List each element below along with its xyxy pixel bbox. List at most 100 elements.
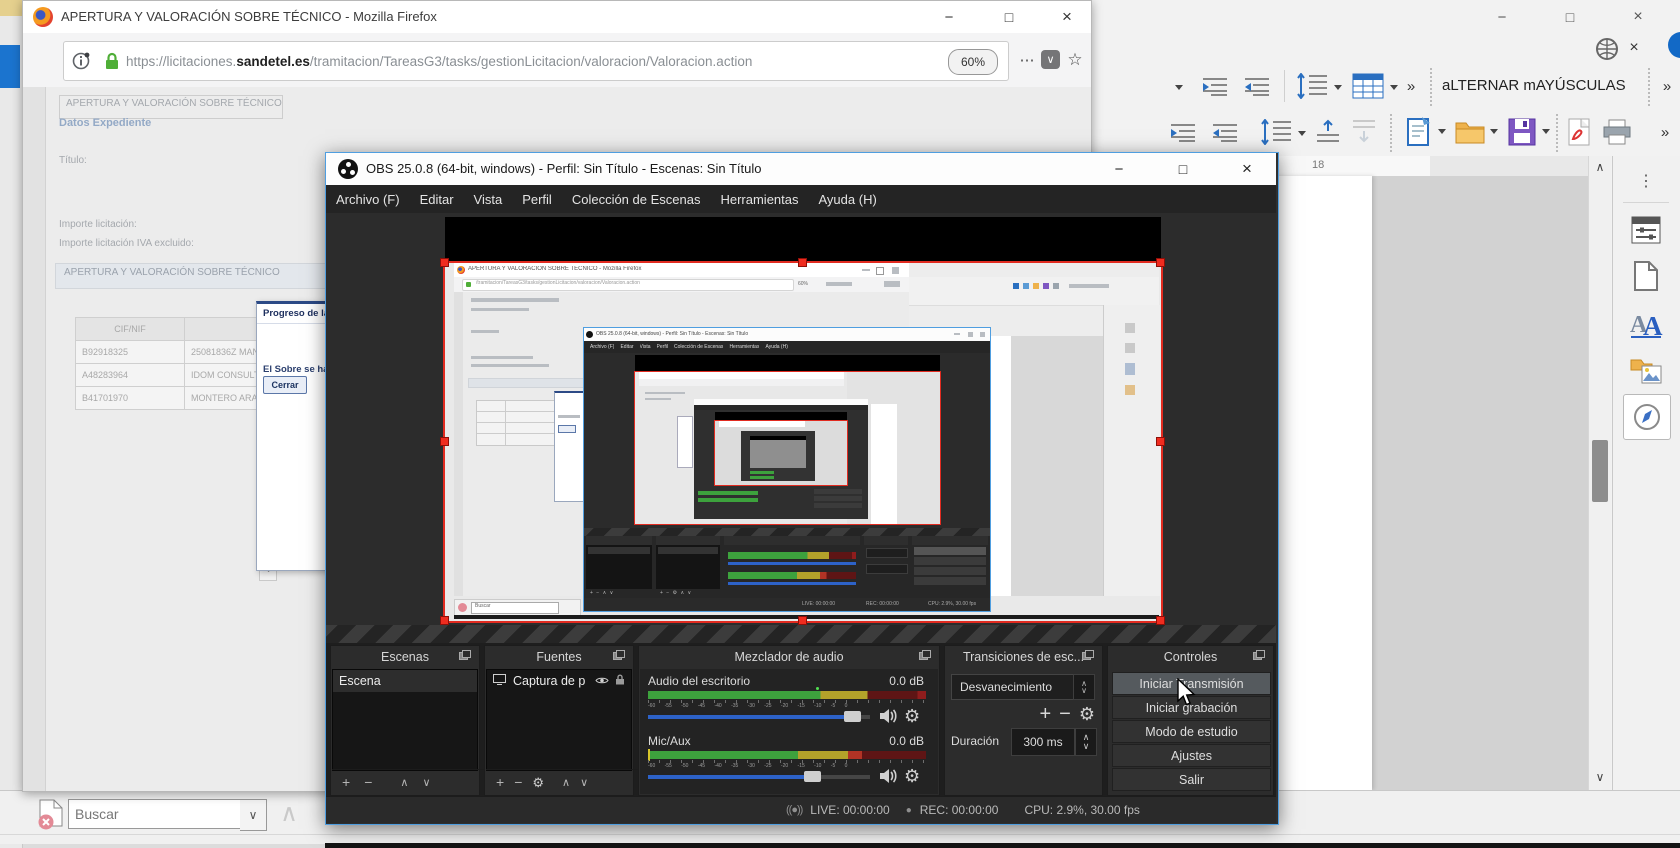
add-source-icon[interactable]: + <box>496 774 504 790</box>
pocket-icon[interactable]: ∨ <box>1041 50 1060 69</box>
sidebar-page-icon[interactable] <box>1629 256 1663 296</box>
capture-handle[interactable] <box>1156 258 1165 267</box>
decrease-indent-icon[interactable] <box>1240 72 1274 100</box>
spin-down-icon[interactable]: ∨ <box>1083 742 1090 751</box>
capture-source[interactable]: APERTURA Y VALORACIÓN SOBRE TÉCNICO - Mo… <box>445 263 1161 621</box>
find-input[interactable] <box>68 799 254 829</box>
duration-spinbox[interactable]: 300 ms <box>1011 728 1075 756</box>
capture-handle[interactable] <box>440 616 449 625</box>
mixer-dock-header[interactable]: Mezclador de audio <box>639 646 939 668</box>
transition-select[interactable]: Desvanecimiento <box>951 674 1087 700</box>
studio-mode-button[interactable]: Modo de estudio <box>1112 720 1271 743</box>
close-find-bar-icon[interactable] <box>36 798 66 830</box>
menu-herramientas[interactable]: Herramientas <box>710 192 808 207</box>
firefox-close-button[interactable]: × <box>1053 5 1081 29</box>
dock-float-icon[interactable] <box>613 650 625 660</box>
document-scrollbar[interactable]: ∧ ∨ <box>1588 156 1611 790</box>
scrollbar-thumb[interactable] <box>1592 440 1608 502</box>
increase-row-spacing-icon[interactable] <box>1312 116 1344 148</box>
channel1-gear-icon[interactable]: ⚙ <box>904 707 920 725</box>
capture-handle[interactable] <box>440 258 449 267</box>
menu-coleccion[interactable]: Colección de Escenas <box>562 192 711 207</box>
firefox-maximize-button[interactable]: □ <box>995 5 1023 29</box>
scroll-down-icon[interactable]: ∨ <box>1591 768 1609 786</box>
scene-down-icon[interactable]: ∨ <box>422 776 430 789</box>
menu-ayuda[interactable]: Ayuda (H) <box>809 192 887 207</box>
controls-dock-header[interactable]: Controles <box>1108 646 1273 668</box>
scroll-up-icon[interactable]: ∧ <box>1591 158 1609 176</box>
libreoffice-close-button[interactable]: × <box>1626 6 1650 28</box>
transition-select-spinner[interactable]: ∧∨ <box>1073 674 1095 700</box>
source-up-icon[interactable]: ∧ <box>562 776 570 789</box>
sidebar-navigator-icon[interactable] <box>1623 394 1671 440</box>
libreoffice-maximize-button[interactable]: □ <box>1558 6 1582 28</box>
table-dropdown-icon[interactable] <box>1388 82 1400 92</box>
line-spacing-dropdown-icon[interactable] <box>1296 128 1308 138</box>
settings-button[interactable]: Ajustes <box>1112 744 1271 767</box>
scene-item[interactable]: Escena <box>333 670 477 692</box>
menu-archivo[interactable]: Archivo (F) <box>326 192 410 207</box>
find-dropdown-icon[interactable]: ∨ <box>240 799 267 831</box>
add-scene-icon[interactable]: + <box>342 774 350 790</box>
decrease-row-spacing-icon[interactable] <box>1348 116 1380 148</box>
source-item[interactable]: Captura de p <box>487 670 631 692</box>
channel1-volume-slider[interactable] <box>648 715 870 719</box>
obs-close-button[interactable]: × <box>1232 157 1262 181</box>
channel2-mute-speaker-icon[interactable] <box>878 767 898 790</box>
obs-preview[interactable]: APERTURA Y VALORACIÓN SOBRE TÉCNICO - Mo… <box>326 213 1276 625</box>
line-spacing-icon[interactable] <box>1292 70 1332 102</box>
scenes-dock-header[interactable]: Escenas <box>331 646 479 668</box>
dialog-close-button[interactable]: Cerrar <box>263 376 307 394</box>
export-pdf-icon[interactable] <box>1564 114 1596 150</box>
page-tab-label[interactable]: APERTURA Y VALORACIÓN SOBRE TÉCNICO <box>59 95 283 119</box>
dropdown-arrow-icon[interactable] <box>1172 82 1186 92</box>
sidebar-properties-icon[interactable] <box>1627 212 1665 248</box>
notification-close-icon[interactable]: × <box>1624 38 1644 58</box>
url-text[interactable]: https://licitaciones.sandetel.es/tramita… <box>126 54 752 69</box>
visibility-eye-icon[interactable] <box>595 674 609 688</box>
scenes-list[interactable]: Escena <box>332 669 478 771</box>
line-spacing-dropdown-icon[interactable] <box>1332 82 1344 92</box>
toolbar-overflow-icon[interactable]: » <box>1658 74 1676 98</box>
channel1-mute-speaker-icon[interactable] <box>878 707 898 730</box>
save-dropdown-icon[interactable] <box>1540 126 1552 136</box>
obs-minimize-button[interactable]: − <box>1104 157 1134 181</box>
menu-perfil[interactable]: Perfil <box>512 192 562 207</box>
dock-float-icon[interactable] <box>1253 650 1265 660</box>
capture-handle[interactable] <box>798 258 807 267</box>
capture-handle[interactable] <box>1156 437 1165 446</box>
new-document-dropdown-icon[interactable] <box>1436 126 1448 136</box>
print-icon[interactable] <box>1600 116 1634 148</box>
sources-dock-header[interactable]: Fuentes <box>485 646 633 668</box>
remove-source-icon[interactable]: − <box>514 774 522 790</box>
dock-float-icon[interactable] <box>1082 650 1094 660</box>
bookmark-star-icon[interactable]: ☆ <box>1063 46 1087 73</box>
lock-icon[interactable] <box>98 42 126 80</box>
capture-handle[interactable] <box>798 616 807 625</box>
sidebar-gallery-icon[interactable] <box>1627 352 1665 388</box>
save-icon[interactable] <box>1504 114 1540 150</box>
channel2-gear-icon[interactable]: ⚙ <box>904 767 920 785</box>
lock-source-icon[interactable] <box>615 674 625 688</box>
transition-properties-gear-icon[interactable]: ⚙ <box>1079 705 1095 723</box>
capture-handle[interactable] <box>440 437 449 446</box>
table-icon[interactable] <box>1348 70 1388 102</box>
remove-transition-icon[interactable]: − <box>1059 703 1071 726</box>
dock-float-icon[interactable] <box>919 650 931 660</box>
toolbar-overflow-icon[interactable]: » <box>1656 120 1674 144</box>
decrease-indent-icon[interactable] <box>1208 118 1242 146</box>
globe-icon[interactable] <box>1594 36 1620 62</box>
source-properties-gear-icon[interactable]: ⚙ <box>532 776 544 789</box>
exit-button[interactable]: Salir <box>1112 768 1271 791</box>
menu-vista[interactable]: Vista <box>464 192 513 207</box>
scene-up-icon[interactable]: ∧ <box>400 776 408 789</box>
spin-down-icon[interactable]: ∨ <box>1081 687 1087 694</box>
increase-indent-icon[interactable] <box>1198 72 1232 100</box>
source-down-icon[interactable]: ∨ <box>580 776 588 789</box>
sidebar-styles-icon[interactable]: AA <box>1627 304 1665 342</box>
channel2-volume-slider[interactable] <box>648 775 870 779</box>
add-transition-icon[interactable]: + <box>1039 703 1051 726</box>
obs-maximize-button[interactable]: □ <box>1168 157 1198 181</box>
line-spacing-icon[interactable] <box>1256 116 1296 148</box>
toolbar-overflow-icon[interactable]: » <box>1402 74 1420 98</box>
